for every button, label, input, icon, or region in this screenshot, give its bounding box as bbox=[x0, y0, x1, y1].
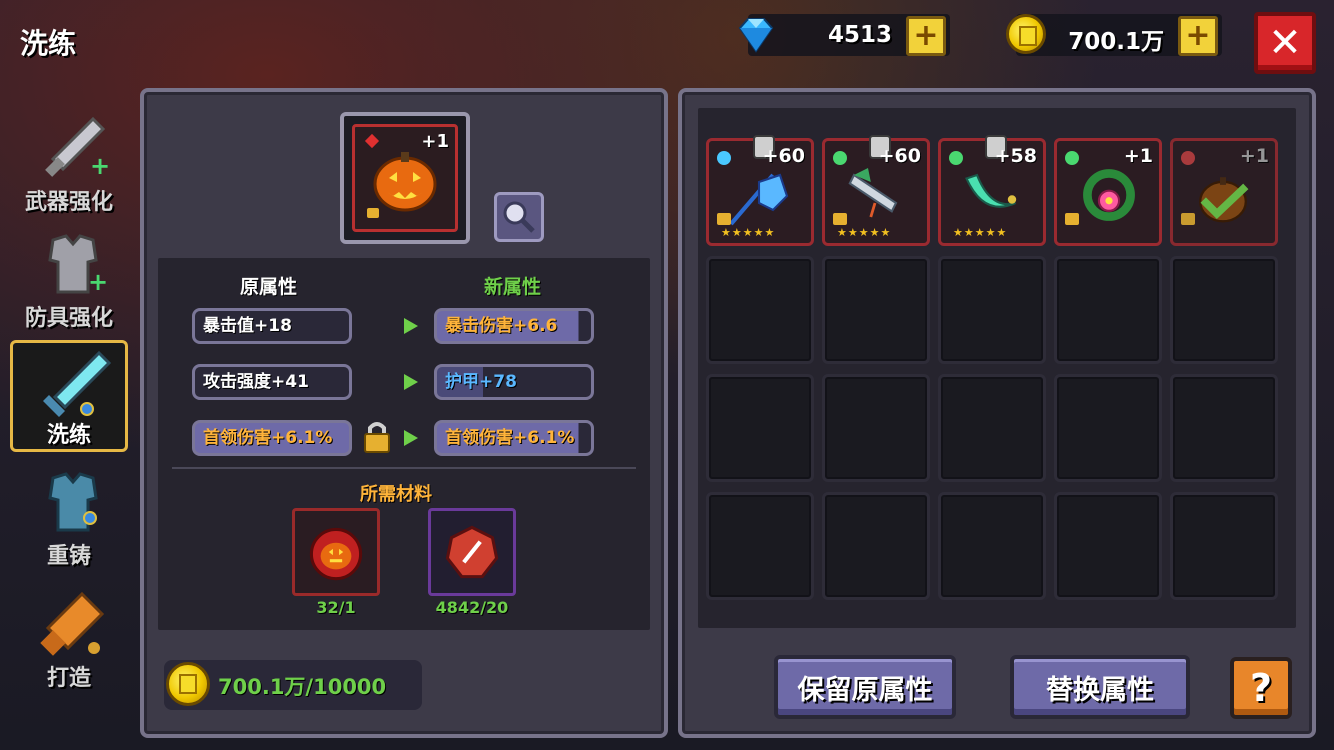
old-attribute-1: 暴击值+18 bbox=[192, 308, 352, 344]
item-stars: ★★★★★ bbox=[953, 226, 1008, 239]
diamond-icon bbox=[738, 18, 774, 53]
magnifier-icon bbox=[503, 201, 535, 233]
nav-item-reforge[interactable]: 重铸 bbox=[10, 460, 128, 570]
inventory-item-5-selected[interactable]: +1 bbox=[1170, 138, 1278, 246]
svg-text:+: + bbox=[90, 152, 108, 180]
arrow-right-icon bbox=[404, 430, 418, 446]
refine-sword-icon bbox=[43, 351, 111, 417]
inventory-empty-slot[interactable] bbox=[822, 492, 930, 600]
cost-bar: 700.1万/10000 bbox=[164, 660, 422, 710]
help-button[interactable]: ? bbox=[1230, 657, 1292, 719]
armor-icon: + bbox=[48, 234, 108, 296]
add-gold-button[interactable]: + bbox=[1178, 16, 1218, 56]
gem-currency-bar: 4513 + bbox=[738, 14, 950, 56]
inventory-empty-slot[interactable] bbox=[1170, 492, 1278, 600]
inventory-item-1[interactable]: +60 ★★★★★ bbox=[706, 135, 814, 246]
ice-weapon-icon bbox=[729, 173, 789, 226]
green-blade-icon bbox=[965, 173, 1017, 208]
old-attribute-2: 攻击强度+41 bbox=[192, 364, 352, 400]
page-title: 洗练 bbox=[20, 27, 77, 60]
inventory-empty-slot[interactable] bbox=[1054, 492, 1162, 600]
close-button[interactable]: ✕ bbox=[1254, 12, 1316, 74]
gem-count: 4513 bbox=[827, 22, 892, 48]
item-stars: ★★★★★ bbox=[837, 226, 892, 239]
arrow-right-icon bbox=[404, 374, 418, 390]
inventory-empty-slot[interactable] bbox=[938, 492, 1046, 600]
inventory-item-3[interactable]: +58 ★★★★★ bbox=[938, 135, 1046, 246]
gold-count: 700.1万 bbox=[1068, 29, 1164, 55]
nav-label: 重铸 bbox=[46, 544, 91, 569]
syringe-weapon-icon bbox=[848, 168, 898, 218]
new-attribute-3: 首领伤害+6.1% bbox=[434, 420, 594, 456]
new-attribute-2: 护甲+78 bbox=[434, 364, 594, 400]
reforge-armor-icon bbox=[48, 472, 98, 532]
pumpkin-material-icon bbox=[309, 527, 363, 581]
red-stone-icon bbox=[445, 525, 499, 579]
add-gems-button[interactable]: + bbox=[906, 16, 946, 56]
inventory-empty-slot[interactable] bbox=[1054, 256, 1162, 364]
selected-item-level: +1 bbox=[421, 131, 449, 152]
pumpkin-checked-icon bbox=[1199, 177, 1249, 223]
material-slot-pumpkin[interactable] bbox=[292, 508, 380, 596]
nav-label: 武器强化 bbox=[24, 190, 113, 215]
lock-icon bbox=[717, 213, 731, 225]
nav-item-weapon-upgrade[interactable]: + 武器强化 bbox=[10, 106, 128, 216]
forge-hammer-icon bbox=[40, 591, 105, 656]
gold-currency-bar: 700.1万 + bbox=[1006, 14, 1222, 56]
inventory-item-4[interactable]: +1 bbox=[1054, 138, 1162, 246]
inventory-empty-slot[interactable] bbox=[938, 374, 1046, 482]
arrow-right-icon bbox=[404, 318, 418, 334]
inventory-empty-slot[interactable] bbox=[1170, 256, 1278, 364]
nav-item-refine[interactable]: 洗练 bbox=[10, 340, 128, 452]
new-attributes-header: 新属性 bbox=[484, 276, 542, 298]
old-attributes-header: 原属性 bbox=[240, 276, 298, 298]
nav-label: 打造 bbox=[46, 666, 91, 691]
lock-icon[interactable] bbox=[362, 418, 392, 454]
gold-coin-icon bbox=[166, 662, 210, 706]
inventory-empty-slot[interactable] bbox=[1054, 374, 1162, 482]
sword-icon: + bbox=[45, 116, 108, 180]
old-attribute-3: 首领伤害+6.1% bbox=[192, 420, 352, 456]
selected-item-slot: +1 bbox=[352, 124, 458, 232]
inventory-item-2[interactable]: +60 ★★★★★ bbox=[822, 135, 930, 246]
inventory-empty-slot[interactable] bbox=[706, 492, 814, 600]
item-stars: ★★★★★ bbox=[721, 226, 776, 239]
cost-value: 700.1万/10000 bbox=[218, 675, 387, 699]
nav-label: 洗练 bbox=[46, 423, 91, 448]
selected-item-frame[interactable]: +1 bbox=[340, 112, 470, 244]
material-count-1: 32/1 bbox=[316, 598, 356, 617]
materials-header: 所需材料 bbox=[360, 484, 432, 505]
inventory-empty-slot[interactable] bbox=[1170, 374, 1278, 482]
svg-text:+: + bbox=[88, 268, 108, 296]
keep-original-button[interactable]: 保留原属性 bbox=[774, 655, 956, 719]
nav-item-armor-upgrade[interactable]: + 防具强化 bbox=[10, 222, 128, 332]
nav-item-forge[interactable]: 打造 bbox=[10, 582, 128, 692]
flower-wreath-icon bbox=[1083, 169, 1135, 221]
nav-label: 防具强化 bbox=[24, 306, 113, 331]
divider bbox=[172, 467, 636, 469]
inventory-empty-slot[interactable] bbox=[822, 256, 930, 364]
material-count-2: 4842/20 bbox=[435, 598, 509, 617]
inspect-button[interactable] bbox=[494, 192, 544, 242]
lock-icon bbox=[1181, 213, 1195, 225]
gold-coin-icon bbox=[1006, 14, 1046, 54]
inventory-empty-slot[interactable] bbox=[938, 256, 1046, 364]
lock-icon bbox=[833, 213, 847, 225]
inventory-empty-slot[interactable] bbox=[706, 256, 814, 364]
material-slot-stone[interactable] bbox=[428, 508, 516, 596]
new-attribute-1: 暴击伤害+6.6 bbox=[434, 308, 594, 344]
replace-attributes-button[interactable]: 替换属性 bbox=[1010, 655, 1190, 719]
inventory-empty-slot[interactable] bbox=[706, 374, 814, 482]
inventory-empty-slot[interactable] bbox=[822, 374, 930, 482]
lock-icon bbox=[1065, 213, 1079, 225]
